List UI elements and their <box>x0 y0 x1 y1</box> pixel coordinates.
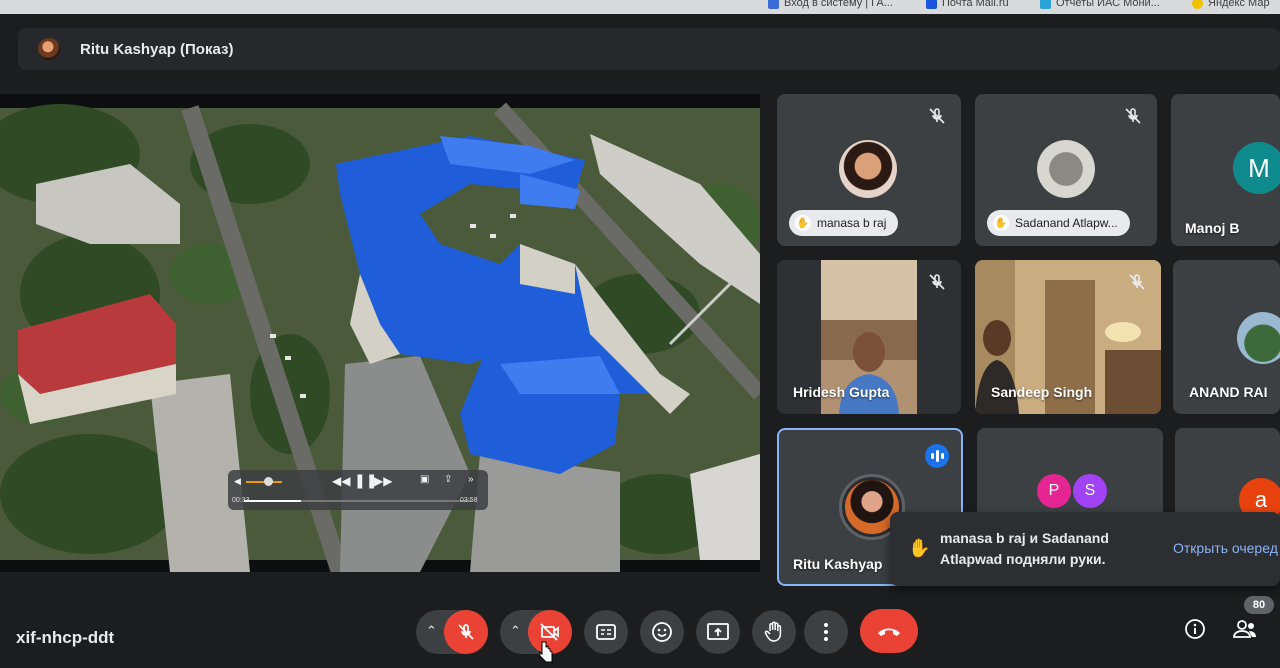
bookmark-icon <box>768 0 779 9</box>
captions-icon <box>596 624 616 640</box>
bookmark-item[interactable]: Яндекс Мар <box>1192 0 1270 9</box>
participant-name: Manoj B <box>1185 220 1240 236</box>
raise-hand-icon: ✋ <box>908 538 931 558</box>
video-player-controls: ◀ ◀◀ ❚❚ ▶▶ ▣ ⇪ » 00:33 03:58 <box>228 470 488 510</box>
present-icon <box>707 623 729 640</box>
raise-hand-icon: ✋ <box>795 215 811 231</box>
participant-name: Sandeep Singh <box>991 384 1093 400</box>
mic-off-icon <box>1125 108 1141 124</box>
participant-tile-anand[interactable]: ANAND RAI <box>1173 260 1280 414</box>
participant-avatar-initial: S <box>1073 474 1107 508</box>
call-end-icon <box>878 628 900 636</box>
video-progress-fill <box>244 500 301 502</box>
emoji-reaction-button[interactable] <box>640 610 684 654</box>
mic-toggle-button[interactable] <box>444 610 488 654</box>
people-icon <box>1233 620 1256 638</box>
videocam-off-icon <box>540 623 559 641</box>
speaking-indicator-icon <box>925 444 949 468</box>
mic-off-icon <box>1129 274 1145 290</box>
participant-name: manasa b raj <box>817 216 887 230</box>
chevron-up-icon[interactable]: ⌃ <box>510 623 521 639</box>
video-elapsed: 00:33 <box>232 497 250 504</box>
bookmark-icon <box>1040 0 1051 9</box>
mic-off-icon <box>458 624 474 640</box>
participant-tile-manoj[interactable]: M Manoj B <box>1171 94 1280 246</box>
mouse-cursor <box>539 641 553 663</box>
pip-icon[interactable]: ▣ <box>420 474 429 485</box>
captions-button[interactable] <box>584 610 628 654</box>
participant-name: Hridesh Gupta <box>793 384 890 400</box>
raised-hand-chip: ✋ manasa b raj <box>789 210 899 236</box>
share-icon[interactable]: ⇪ <box>444 474 452 485</box>
participant-tile-sadanand[interactable]: ✋ Sadanand Atlapw... <box>975 94 1157 246</box>
participant-tile-hridesh[interactable]: Hridesh Gupta <box>777 260 961 414</box>
raise-hand-button[interactable] <box>752 610 796 654</box>
mic-off-icon <box>929 274 945 290</box>
meeting-code: xif-nhcp-ddt <box>16 628 115 647</box>
bookmark-item[interactable]: Вход в систему | ГА... <box>768 0 893 9</box>
participant-name: Sadanand Atlapw... <box>1015 216 1118 230</box>
participant-avatar-initial: M <box>1233 142 1280 194</box>
participant-tile-sandeep[interactable]: Sandeep Singh <box>975 260 1161 414</box>
participant-avatar-photo <box>839 140 897 198</box>
raise-hand-icon <box>764 621 782 642</box>
bookmark-item[interactable]: Почта Mail.ru <box>926 0 1009 9</box>
browser-bookmarks-bar: Вход в систему | ГА... Почта Mail.ru Отч… <box>0 0 1280 14</box>
shared-screen[interactable]: ◀ ◀◀ ❚❚ ▶▶ ▣ ⇪ » 00:33 03:58 <box>0 94 760 572</box>
chevron-up-icon[interactable]: ⌃ <box>426 623 437 639</box>
mail-icon <box>926 0 937 9</box>
open-queue-link[interactable]: Открыть очеред <box>1173 540 1278 556</box>
presenter-name: Ritu Kashyap (Показ) <box>80 40 234 58</box>
presenter-bar: Ritu Kashyap (Показ) <box>18 28 1280 70</box>
raised-hands-notification: ✋ manasa b raj и Sadanand Atlapwad подня… <box>890 512 1280 586</box>
forward-icon[interactable]: ▶▶ <box>374 474 392 488</box>
more-options-button[interactable] <box>804 610 848 654</box>
rewind-icon[interactable]: ◀◀ <box>332 474 350 488</box>
meeting-details-button[interactable] <box>1184 618 1206 646</box>
more-vert-icon <box>824 623 828 641</box>
video-progress-track[interactable] <box>244 500 472 502</box>
volume-knob[interactable] <box>264 477 273 486</box>
participant-name: ANAND RAI <box>1189 384 1268 400</box>
emoji-icon <box>652 622 672 642</box>
volume-icon[interactable]: ◀ <box>234 476 241 487</box>
leave-call-button[interactable] <box>860 609 918 653</box>
participant-tile-manasa[interactable]: ✋ manasa b raj <box>777 94 961 246</box>
notification-message: manasa b raj и Sadanand Atlapwad подняли… <box>940 530 1109 567</box>
yandex-icon <box>1192 0 1203 9</box>
bookmark-item[interactable]: Отчеты ИАС Мони... <box>1040 0 1160 9</box>
video-duration: 03:58 <box>460 497 478 504</box>
info-icon <box>1185 619 1205 639</box>
participant-avatar-photo <box>1237 312 1280 364</box>
more-icon[interactable]: » <box>468 474 474 485</box>
presenter-avatar <box>38 38 60 60</box>
participant-avatar-photo <box>1037 140 1095 198</box>
present-now-button[interactable] <box>696 610 740 654</box>
mic-off-icon <box>929 108 945 124</box>
people-button[interactable] <box>1232 618 1258 646</box>
raised-hand-chip: ✋ Sadanand Atlapw... <box>987 210 1130 236</box>
participant-name: Ritu Kashyap <box>793 556 883 572</box>
participant-count-badge: 80 <box>1244 596 1274 614</box>
participant-avatar-initial: P <box>1037 474 1071 508</box>
raise-hand-icon: ✋ <box>993 215 1009 231</box>
